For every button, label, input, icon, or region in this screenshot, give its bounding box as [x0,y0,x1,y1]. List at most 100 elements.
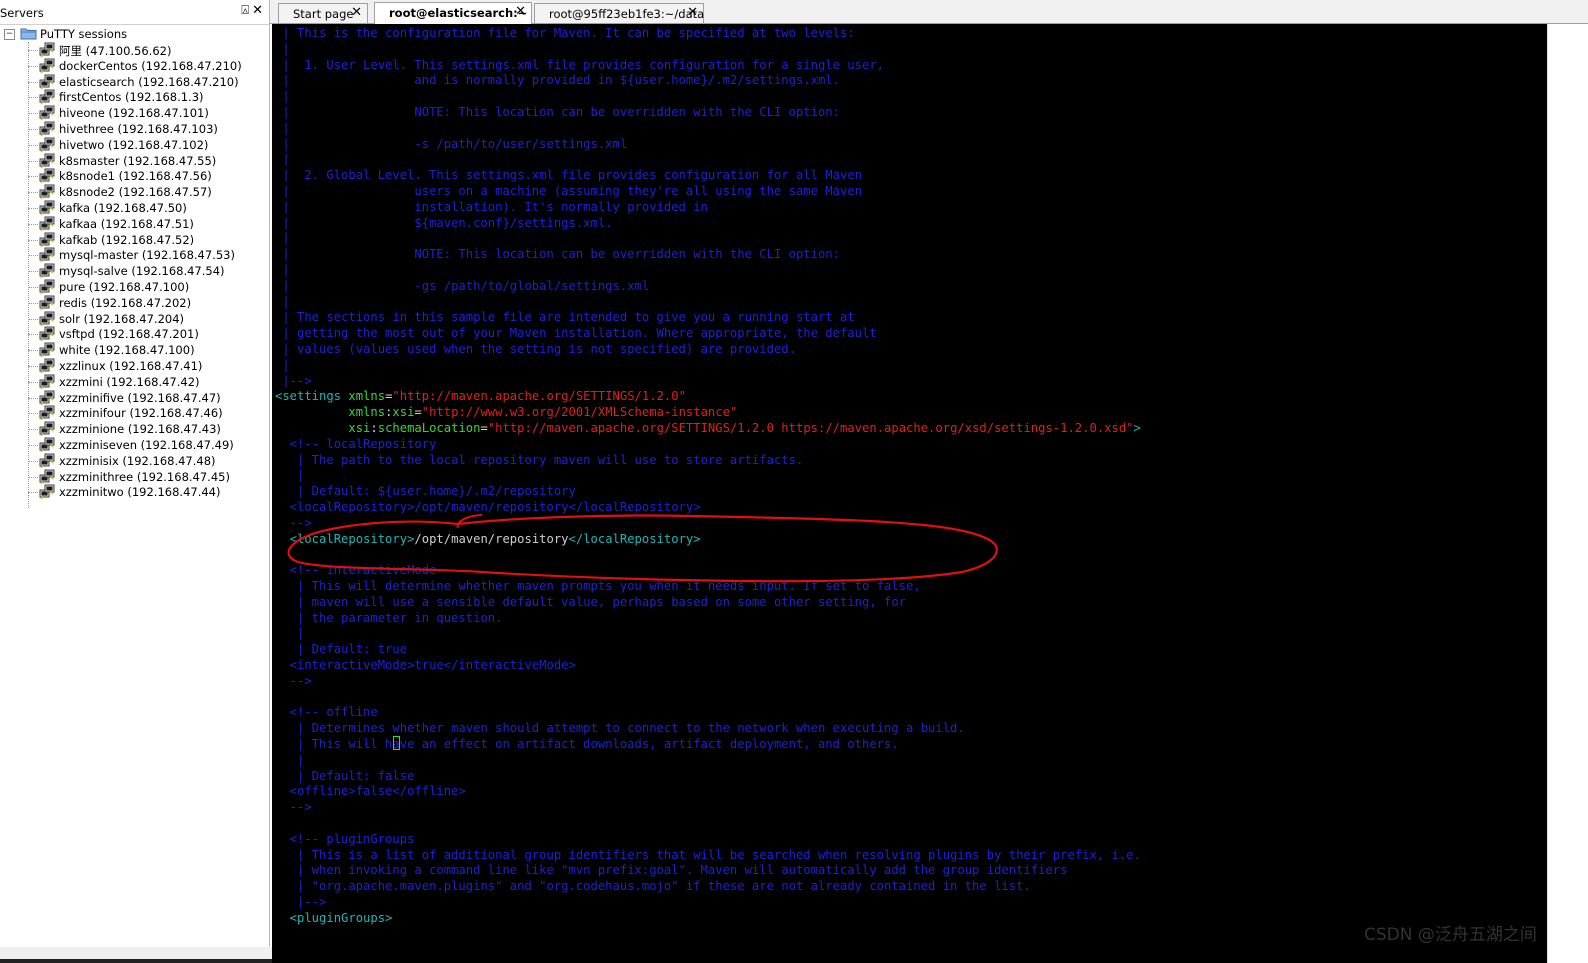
putty-session-icon [39,295,55,310]
session-item[interactable]: k8smaster (192.168.47.55) [28,153,268,169]
terminal-line: | "org.apache.maven.plugins" and "org.co… [275,878,1031,894]
session-label: hiveone (192.168.47.101) [59,106,209,121]
session-item[interactable]: xzzminisix (192.168.47.48) [28,453,268,469]
putty-session-icon [39,311,55,326]
terminal-text-segment: | [275,294,290,309]
session-item[interactable]: 阿里 (47.100.56.62) [28,42,268,58]
session-label: k8snode2 (192.168.47.57) [59,185,212,200]
terminal-line: | [275,120,289,136]
taskbar-edge [0,959,272,963]
putty-session-icon [39,405,55,421]
tree-branch-line [28,302,38,304]
terminal-line: | This will determine whether maven prom… [275,578,921,594]
terminal-text-segment: | when invoking a command line like "mvn… [275,863,1068,878]
session-item[interactable]: xzzminiseven (192.168.47.49) [28,437,268,453]
terminal-line: | This will have an effect on artifact d… [275,736,899,752]
terminal-text-segment: | -s /path/to/user/settings.xml [275,136,628,151]
session-item[interactable]: white (192.168.47.100) [28,342,268,358]
session-label: kafkab (192.168.47.52) [59,232,195,247]
session-item[interactable]: hivethree (192.168.47.103) [28,121,268,137]
session-item[interactable]: mysql-master (192.168.47.53) [28,247,268,263]
putty-session-icon [39,58,55,73]
terminal-line: | The sections in this sample file are i… [275,309,854,325]
session-item[interactable]: solr (192.168.47.204) [28,311,268,327]
session-item[interactable]: hivetwo (192.168.47.102) [28,137,268,153]
close-icon[interactable]: ✕ [252,3,263,19]
putty-session-icon [39,184,55,200]
session-item[interactable]: redis (192.168.47.202) [28,295,268,311]
terminal-text-segment: --> [275,800,312,815]
tab-0[interactable]: Start page ✕ [278,3,368,23]
session-item[interactable]: mysql-salve (192.168.47.54) [28,263,268,279]
session-item[interactable]: dockerCentos (192.168.47.210) [28,58,268,74]
terminal-text-segment: <pluginGroups> [275,910,393,925]
session-item[interactable]: hiveone (192.168.47.101) [28,105,268,121]
tree-branch-line [28,129,38,130]
session-item[interactable]: vsftpd (192.168.47.201) [28,326,268,342]
putty-session-icon [39,137,55,152]
tree-branch-line [28,413,38,415]
session-label: xzzmini (192.168.47.42) [59,374,200,389]
terminal-text-segment: <offline>false</offline> [275,784,466,799]
session-item[interactable]: kafka (192.168.47.50) [28,200,268,216]
session-item[interactable]: k8snode1 (192.168.47.56) [28,168,268,184]
terminal-text-segment: <!-- pluginGroups [275,831,415,846]
tree-branch-line [28,176,38,178]
session-item[interactable]: xzzminifour (192.168.47.46) [28,405,268,421]
session-item[interactable]: xzzminitwo (192.168.47.44) [28,484,268,500]
terminal-text-segment: | 2. Global Level. This settings.xml fil… [275,168,862,183]
tree-branch-line [28,208,38,209]
tab-2[interactable]: root@95ff23eb1fe3:~/data ✕ [534,3,704,23]
collapse-icon[interactable]: − [4,29,15,40]
session-item[interactable]: firstCentos (192.168.1.3) [28,89,268,105]
putty-session-icon [39,374,55,389]
putty-session-icon [39,42,55,57]
terminal-window[interactable]: | This is the configuration file for Mav… [272,24,1568,963]
terminal-text-segment: | ${maven.conf}/settings.xml. [275,215,613,230]
session-item[interactable]: pure (192.168.47.100) [28,279,268,295]
session-item[interactable]: xzzminifive (192.168.47.47) [28,390,268,406]
terminal-line: | [275,357,290,373]
tab-close-icon[interactable]: ✕ [687,5,698,20]
tree-root-putty-sessions[interactable]: − PuTTY sessions [4,26,264,42]
session-item[interactable]: kafkaa (192.168.47.51) [28,216,268,232]
terminal-line: | This is a list of additional group ide… [275,847,1141,863]
tree-branch-line [28,239,38,241]
session-item[interactable]: elasticsearch (192.168.47.210) [28,74,268,90]
terminal-text-segment: | This will determine whether maven prom… [275,579,921,593]
tab-1[interactable]: root@elasticsearch:~ ✕ [374,2,532,24]
session-label: pure (192.168.47.100) [59,280,190,294]
terminal-line: | 2. Global Level. This settings.xml fil… [275,167,862,183]
terminal-text-segment: xmlns [348,405,386,420]
session-item[interactable]: xzzmini (192.168.47.42) [28,374,268,390]
tree-branch-line [28,445,38,446]
terminal-text-segment: </localRepository> [568,531,701,546]
terminal-line: <localRepository>/opt/maven/repository</… [275,531,701,547]
terminal-line: <!-- localRepository [275,436,437,452]
terminal-text-segment: | the parameter in question. [275,610,503,625]
session-label: xzzminiseven (192.168.47.49) [59,438,234,452]
putty-session-icon [39,263,55,279]
session-label: xzzminifour (192.168.47.46) [59,406,223,421]
panel-title: Servers [0,6,44,20]
tree-branch-line [28,397,38,399]
terminal-text-segment: | [275,41,290,56]
session-item[interactable]: xzzlinux (192.168.47.41) [28,358,268,374]
session-item[interactable]: xzzminione (192.168.47.43) [28,421,268,437]
session-item[interactable]: k8snode2 (192.168.47.57) [28,184,268,200]
terminal-line: <pluginGroups> [275,910,393,926]
session-label: k8snode1 (192.168.47.56) [59,169,212,184]
terminal-line: | NOTE: This location can be overridden … [275,104,840,120]
terminal-line: --> [275,799,312,815]
session-item[interactable]: xzzminithree (192.168.47.45) [28,469,268,485]
pin-icon[interactable]: ⍓ [241,3,249,19]
terminal-scrollbar[interactable] [1547,24,1568,963]
terminal-line: | values (values used when the setting i… [275,341,796,357]
terminal-text-segment: | [275,357,290,372]
tab-close-icon[interactable]: ✕ [351,5,362,20]
session-item[interactable]: kafkab (192.168.47.52) [28,232,268,248]
session-label: xzzlinux (192.168.47.41) [59,359,203,373]
tab-close-icon[interactable]: ✕ [515,4,526,19]
terminal-line: | [275,467,304,483]
